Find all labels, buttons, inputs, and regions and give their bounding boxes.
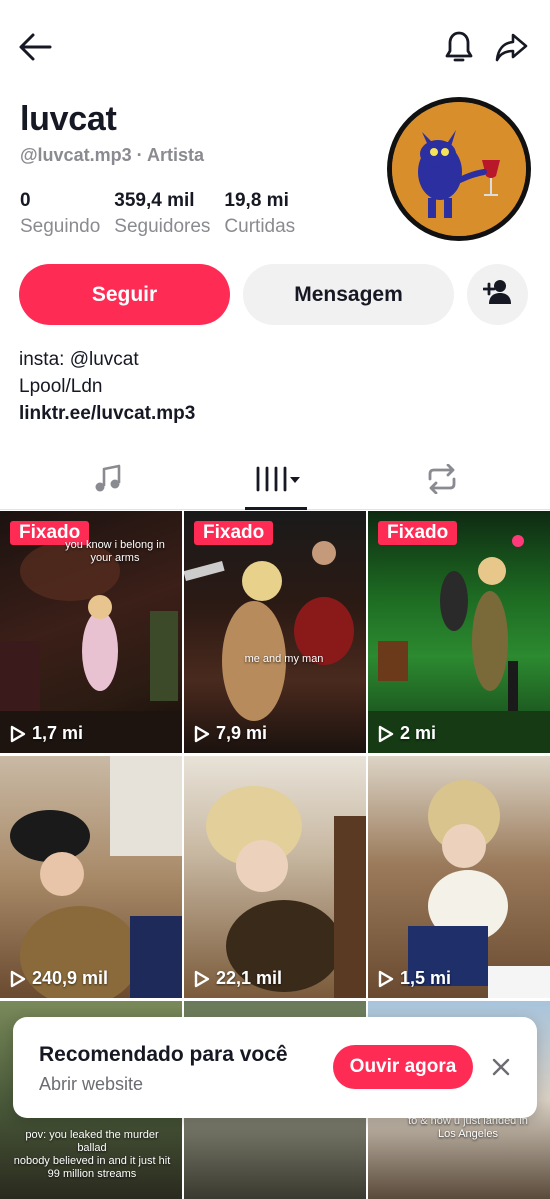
add-friend-button[interactable] — [467, 264, 528, 325]
avatar[interactable] — [387, 97, 531, 241]
play-icon — [194, 970, 210, 987]
bio-line: insta: @luvcat — [19, 349, 139, 370]
stat-likes[interactable]: 19,8 mi Curtidas — [224, 190, 295, 238]
add-user-icon — [482, 279, 513, 310]
view-count: 1,5 mi — [378, 968, 451, 989]
video-caption: to & now u just landed in Los Angeles — [408, 1115, 528, 1140]
video-thumbnail[interactable]: 240,9 mil — [0, 756, 182, 998]
stat-followers-label: Seguidores — [114, 216, 211, 237]
profile-handle-line: @luvcat.mp3 · Artista — [20, 145, 204, 166]
video-thumbnail[interactable]: Fixado 2 mi — [368, 511, 550, 753]
profile-role: Artista — [146, 145, 204, 165]
video-caption: you know i belong in your arms — [65, 539, 165, 564]
pinned-badge: Fixado — [378, 521, 458, 545]
stat-likes-value: 19,8 mi — [224, 190, 289, 211]
video-thumbnail[interactable]: 1,5 mi — [368, 756, 550, 998]
video-thumbnail[interactable]: Fixado me and my man 7,9 mi — [184, 511, 366, 753]
play-icon — [10, 725, 26, 742]
stat-likes-label: Curtidas — [224, 216, 296, 237]
repost-icon — [425, 463, 459, 499]
stat-following-label: Seguindo — [20, 216, 101, 237]
handle-separator: · — [136, 145, 143, 165]
bio-line: Lpool/Ldn — [19, 376, 103, 397]
back-arrow-icon[interactable] — [14, 26, 56, 68]
view-count: 240,9 mil — [10, 968, 108, 989]
video-caption: pov: you leaked the murder ballad nobody … — [13, 1129, 171, 1180]
thumbnail-scene — [184, 541, 354, 721]
share-icon[interactable] — [490, 26, 532, 68]
tab-music[interactable] — [16, 452, 199, 510]
close-icon[interactable] — [487, 1053, 515, 1081]
view-count-value: 7,9 mi — [216, 723, 268, 743]
listen-now-button[interactable]: Ouvir agora — [333, 1045, 473, 1089]
view-count: 2 mi — [378, 723, 436, 744]
stat-followers-value: 359,4 mil — [114, 190, 195, 211]
play-icon — [194, 725, 210, 742]
stat-following[interactable]: 0 Seguindo — [20, 190, 100, 238]
bell-icon[interactable] — [438, 26, 480, 68]
view-count: 7,9 mi — [194, 723, 267, 744]
thumbnail-scene — [408, 780, 550, 998]
thumbnail-scene — [368, 535, 550, 753]
bio-link[interactable]: linktr.ee/luvcat.mp3 — [19, 400, 195, 427]
view-count-value: 22,1 mil — [216, 968, 283, 988]
top-bar — [0, 0, 550, 92]
profile-handle: @luvcat.mp3 — [20, 145, 132, 165]
profile-tabs — [0, 452, 550, 510]
play-icon — [378, 970, 394, 987]
view-count: 22,1 mil — [194, 968, 282, 989]
play-icon — [10, 970, 26, 987]
thumbnail-scene — [206, 786, 366, 998]
bio: insta: @luvcat Lpool/Ldn linktr.ee/luvca… — [19, 346, 195, 427]
avatar-image — [392, 102, 526, 236]
view-count-value: 2 mi — [400, 723, 437, 743]
view-count-value: 240,9 mil — [32, 968, 109, 988]
grid-videos-icon — [254, 464, 302, 499]
message-button[interactable]: Mensagem — [243, 264, 454, 325]
stat-followers[interactable]: 359,4 mil Seguidores — [114, 190, 210, 238]
video-thumbnail[interactable]: Fixado you know i belong in your arms 1,7… — [0, 511, 182, 753]
banner-title: Recomendado para você — [39, 1043, 288, 1066]
view-count: 1,7 mi — [10, 723, 83, 744]
tab-reposts[interactable] — [350, 452, 533, 510]
profile-stats: 0 Seguindo 359,4 mil Seguidores 19,8 mi … — [20, 190, 309, 238]
tab-videos[interactable] — [186, 452, 369, 510]
follow-button[interactable]: Seguir — [19, 264, 230, 325]
play-icon — [378, 725, 394, 742]
music-note-icon — [93, 464, 123, 499]
banner-subtitle[interactable]: Abrir website — [39, 1074, 143, 1095]
stat-following-value: 0 — [20, 190, 31, 211]
video-thumbnail[interactable]: 22,1 mil — [184, 756, 366, 998]
profile-name: luvcat — [20, 100, 117, 138]
view-count-value: 1,7 mi — [32, 723, 84, 743]
video-caption: me and my man — [244, 653, 324, 665]
recommendation-banner[interactable]: Recomendado para você Abrir website Ouvi… — [13, 1017, 537, 1118]
view-count-value: 1,5 mi — [400, 968, 452, 988]
pinned-badge: Fixado — [194, 521, 274, 545]
thumbnail-scene — [10, 756, 182, 998]
active-tab-indicator — [245, 507, 307, 510]
